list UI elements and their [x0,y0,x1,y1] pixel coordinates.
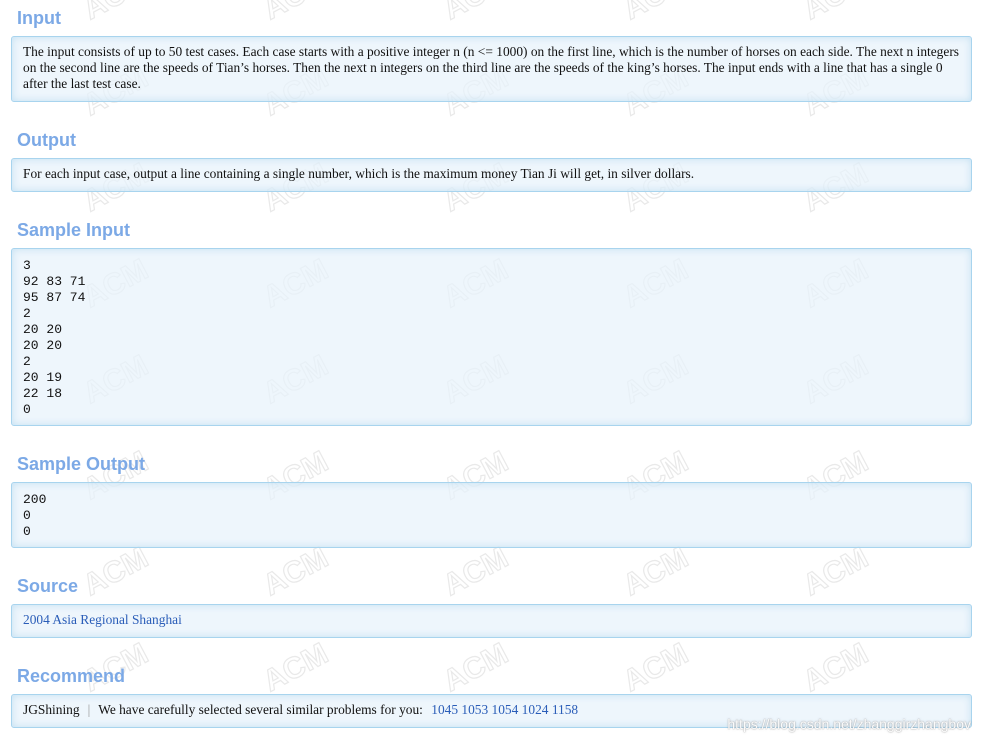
acm-watermark-mark: ACM [258,637,334,698]
sample-input-heading: Sample Input [17,220,131,240]
acm-watermark-mark: ACM [618,0,694,26]
acm-watermark-mark: ACM [438,541,514,602]
output-description-text: For each input case, output a line conta… [23,166,695,181]
acm-watermark-mark: ACM [438,637,514,698]
acm-watermark-mark: ACM [978,61,983,122]
output-description-panel: For each input case, output a line conta… [11,158,972,192]
acm-watermark-mark: ACM [978,445,983,506]
source-link[interactable]: 2004 Asia Regional Shanghai [23,612,182,627]
output-heading: Output [17,130,76,150]
recommend-separator: | [87,702,91,717]
sample-output-code[interactable]: 200 0 0 [23,492,960,540]
source-heading: Source [17,576,79,596]
problem-page: ACM ACM ACM ACM ACM ACM ACM ACM ACM ACM ACM ACM ACM A… [0,0,983,743]
sample-input-code[interactable]: 3 92 83 71 95 87 74 2 20 20 20 20 2 20 1… [23,258,960,418]
sample-output-heading: Sample Output [17,454,146,474]
recommended-problem-list: 1045 1053 1054 1024 1158 [431,702,578,717]
input-description-text: The input consists of up to 50 test case… [23,44,959,91]
acm-watermark-mark: ACM [978,637,983,698]
acm-watermark-mark: ACM [258,0,334,26]
recommend-heading: Recommend [17,666,126,686]
source-panel: 2004 Asia Regional Shanghai [11,604,972,638]
recommended-problem-link[interactable]: 1158 [552,702,578,717]
recommender-name[interactable]: JGShining [23,702,80,717]
acm-watermark-mark: ACM [978,349,983,410]
acm-watermark-mark: ACM [618,637,694,698]
acm-watermark-mark: ACM [798,0,874,26]
acm-watermark-mark: ACM [438,0,514,26]
acm-watermark-mark: ACM [258,541,334,602]
recommended-problem-link[interactable]: 1045 [431,702,458,717]
sample-input-panel: 3 92 83 71 95 87 74 2 20 20 20 20 2 20 1… [11,248,972,426]
acm-watermark-mark: ACM [978,253,983,314]
acm-watermark-mark: ACM [798,637,874,698]
input-description-panel: The input consists of up to 50 test case… [11,36,972,102]
recommended-problem-link[interactable]: 1053 [461,702,488,717]
sample-output-panel: 200 0 0 [11,482,972,548]
acm-watermark-mark: ACM [78,0,154,26]
recommend-message: We have carefully selected several simil… [98,702,423,717]
recommended-problem-link[interactable]: 1024 [522,702,549,717]
csdn-watermark-url: https://blog.csdn.net/zhanggirzhangbov [727,716,971,732]
input-heading: Input [17,8,61,28]
acm-watermark-mark: ACM [978,541,983,602]
acm-watermark-mark: ACM [798,541,874,602]
acm-watermark-mark: ACM [618,541,694,602]
recommended-problem-link[interactable]: 1054 [492,702,519,717]
acm-watermark-mark: ACM [978,157,983,218]
acm-watermark-mark: ACM [978,0,983,26]
acm-watermark-mark: ACM [78,541,154,602]
